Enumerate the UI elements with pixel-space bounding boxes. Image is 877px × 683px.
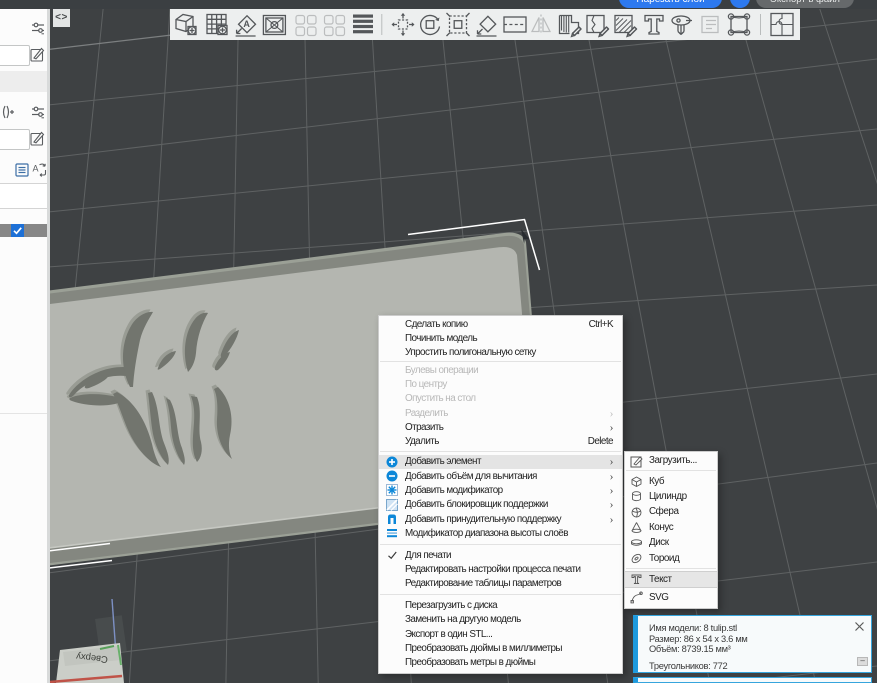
svg-text:A: A: [33, 164, 39, 174]
svg-text:A: A: [243, 19, 250, 29]
